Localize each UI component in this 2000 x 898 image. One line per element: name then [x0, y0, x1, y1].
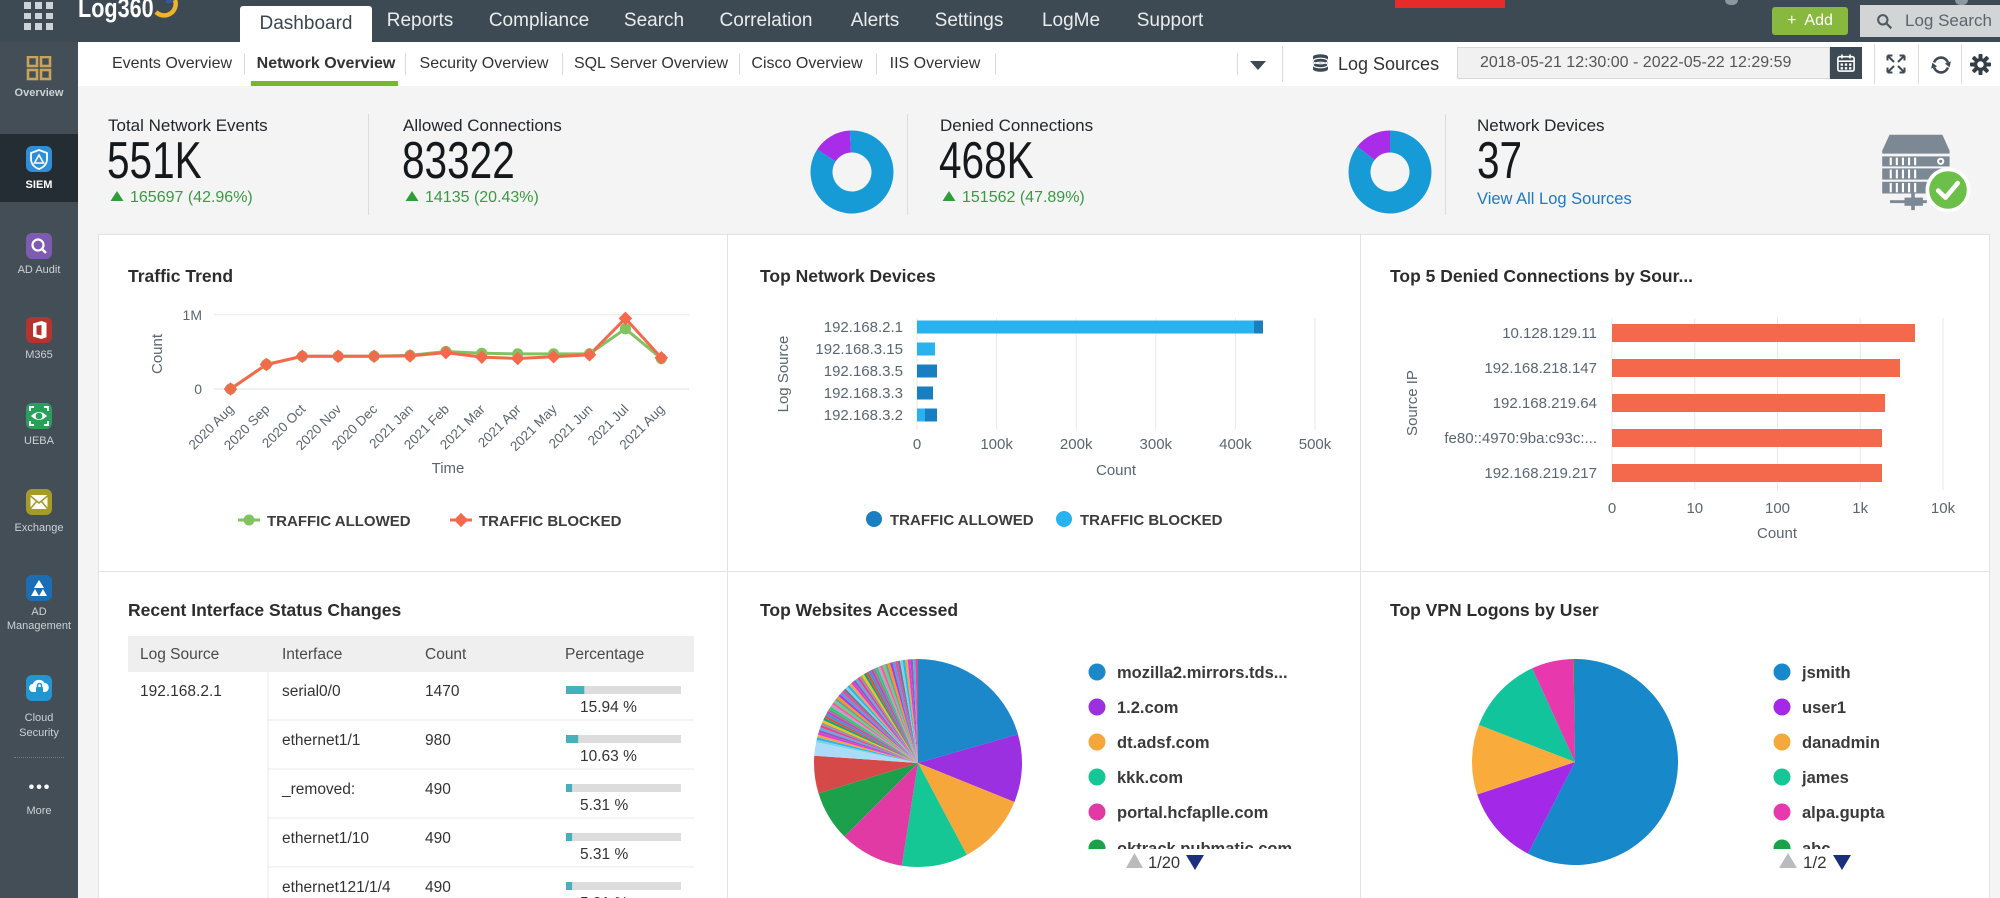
svg-text:490: 490: [425, 830, 451, 847]
svg-text:100k: 100k: [980, 436, 1013, 453]
svg-text:oktrack.pubmatic.com: oktrack.pubmatic.com: [1117, 840, 1292, 858]
svg-text:1470: 1470: [425, 683, 460, 700]
svg-text:alpa.gupta: alpa.gupta: [1802, 804, 1885, 822]
svg-text:mozilla2.mirrors.tds...: mozilla2.mirrors.tds...: [1117, 664, 1288, 682]
svg-text:192.168.2.1: 192.168.2.1: [824, 319, 903, 336]
svg-text:TRAFFIC BLOCKED: TRAFFIC BLOCKED: [479, 513, 622, 530]
svg-text:Recent Interface Status Change: Recent Interface Status Changes: [128, 600, 402, 620]
svg-text:1/20: 1/20: [1148, 854, 1180, 872]
svg-text:400k: 400k: [1219, 436, 1252, 453]
svg-text:ethernet121/1/4: ethernet121/1/4: [282, 879, 391, 896]
svg-text:serial0/0: serial0/0: [282, 683, 341, 700]
svg-text:Log Source: Log Source: [140, 646, 219, 663]
svg-text:192.168.219.217: 192.168.219.217: [1484, 465, 1597, 482]
svg-text:200k: 200k: [1060, 436, 1093, 453]
svg-text:Top Websites Accessed: Top Websites Accessed: [760, 600, 958, 620]
svg-text:ethernet1/1: ethernet1/1: [282, 732, 360, 749]
svg-text:192.168.3.2: 192.168.3.2: [824, 407, 903, 424]
svg-text:Source IP: Source IP: [1404, 370, 1421, 436]
svg-text:0: 0: [1608, 500, 1616, 517]
svg-text:10.63 %: 10.63 %: [580, 748, 637, 765]
svg-text:Time: Time: [432, 460, 465, 477]
svg-text:jsmith: jsmith: [1801, 664, 1851, 682]
svg-text:portal.hcfaplle.com: portal.hcfaplle.com: [1117, 804, 1268, 822]
svg-text:0: 0: [913, 436, 921, 453]
svg-text:300k: 300k: [1140, 436, 1173, 453]
svg-text:kkk.com: kkk.com: [1117, 769, 1183, 787]
svg-text:Top 5 Denied Connections by So: Top 5 Denied Connections by Sour...: [1390, 266, 1693, 286]
svg-text:TRAFFIC BLOCKED: TRAFFIC BLOCKED: [1080, 512, 1223, 529]
svg-text:980: 980: [425, 732, 451, 749]
svg-text:Top VPN Logons by User: Top VPN Logons by User: [1390, 600, 1599, 620]
svg-text:Count: Count: [1757, 525, 1798, 542]
svg-text:danadmin: danadmin: [1802, 734, 1880, 752]
svg-text:5.31 %: 5.31 %: [580, 797, 628, 814]
svg-text:0: 0: [194, 381, 202, 397]
svg-text:TRAFFIC ALLOWED: TRAFFIC ALLOWED: [267, 513, 411, 530]
svg-text:Traffic Trend: Traffic Trend: [128, 266, 233, 286]
svg-text:192.168.3.3: 192.168.3.3: [824, 385, 903, 402]
svg-text:100: 100: [1765, 500, 1790, 517]
svg-text:1.2.com: 1.2.com: [1117, 699, 1178, 717]
svg-text:Count: Count: [149, 333, 166, 374]
svg-text:Count: Count: [1096, 462, 1137, 479]
svg-text:1M: 1M: [183, 307, 202, 323]
svg-text:490: 490: [425, 879, 451, 896]
svg-text:192.168.218.147: 192.168.218.147: [1484, 360, 1597, 377]
svg-text:user1: user1: [1802, 699, 1846, 717]
svg-text:1k: 1k: [1852, 500, 1868, 517]
svg-text:ethernet1/10: ethernet1/10: [282, 830, 369, 847]
svg-text:192.168.3.15: 192.168.3.15: [815, 341, 903, 358]
svg-text:fe80::4970:9ba:c93c:...: fe80::4970:9ba:c93c:...: [1444, 430, 1597, 447]
svg-text:192.168.3.5: 192.168.3.5: [824, 363, 903, 380]
svg-text:10: 10: [1686, 500, 1703, 517]
svg-text:192.168.219.64: 192.168.219.64: [1493, 395, 1597, 412]
svg-text:_removed:: _removed:: [281, 781, 355, 798]
svg-text:Top Network Devices: Top Network Devices: [760, 266, 936, 286]
svg-text:Log Source: Log Source: [775, 336, 792, 413]
svg-text:TRAFFIC ALLOWED: TRAFFIC ALLOWED: [890, 512, 1034, 529]
svg-text:james: james: [1801, 769, 1849, 787]
svg-text:15.94 %: 15.94 %: [580, 699, 637, 716]
svg-text:1/2: 1/2: [1803, 853, 1827, 872]
svg-text:dt.adsf.com: dt.adsf.com: [1117, 734, 1210, 752]
svg-text:5.31 %: 5.31 %: [580, 846, 628, 863]
svg-text:Interface: Interface: [282, 646, 342, 663]
svg-text:500k: 500k: [1299, 436, 1332, 453]
svg-text:192.168.2.1: 192.168.2.1: [140, 683, 222, 700]
svg-text:Count: Count: [425, 646, 467, 663]
svg-text:10k: 10k: [1931, 500, 1956, 517]
svg-text:10.128.129.11: 10.128.129.11: [1502, 325, 1597, 342]
svg-text:Percentage: Percentage: [565, 646, 644, 663]
svg-text:490: 490: [425, 781, 451, 798]
